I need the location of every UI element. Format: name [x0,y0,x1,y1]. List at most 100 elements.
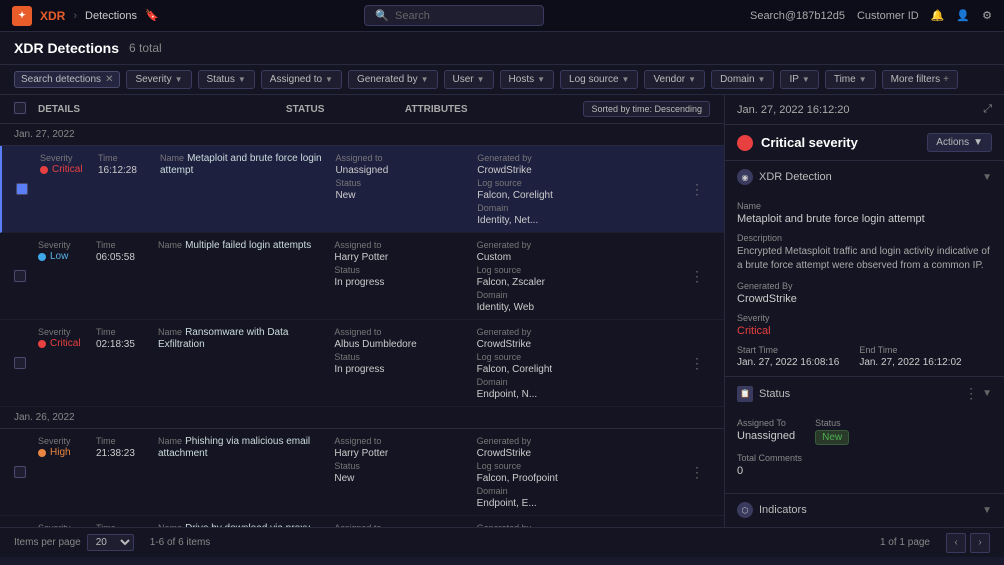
items-per-page: Items per page 20 50 100 [14,534,134,551]
filter-label: Search detections [21,74,101,85]
right-panel: Jan. 27, 2022 16:12:20 ⤢ Critical severi… [724,95,1004,527]
table-row[interactable]: Severity High Time 21:38:23 Name Phishin… [0,429,724,516]
chevron-down-icon: ▼ [175,75,183,84]
status-section-icon: 📋 [737,386,753,402]
brand-label: XDR [40,9,65,23]
plus-icon: + [943,74,949,85]
filter-status[interactable]: Status▼ [198,70,255,89]
status-badge: New [815,430,849,445]
severity-indicator [38,340,46,348]
xdr-section-header[interactable]: ◉ XDR Detection ▼ [725,161,1004,193]
row-checkbox[interactable] [14,270,26,282]
global-search-box[interactable]: 🔍 Search [364,5,544,26]
chevron-down-icon: ▼ [688,75,696,84]
select-all-checkbox[interactable] [14,102,26,114]
chevron-down-icon: ▼ [622,75,630,84]
table-row[interactable]: Severity Low Time 06:05:58 Name Multiple… [0,233,724,320]
chevron-icon: ▼ [982,505,992,516]
indicator-item[interactable]: Masquerading executable ▼ [725,526,1004,527]
chevron-down-icon: ▼ [859,75,867,84]
filter-search-detections[interactable]: Search detections ✕ [14,71,120,88]
filter-close-icon[interactable]: ✕ [105,74,113,85]
topnav-center: 🔍 Search [364,5,544,26]
user-icon[interactable]: 👤 [956,9,970,22]
xdr-section-body: Name Metaploit and brute force login att… [725,193,1004,376]
date-group-1: Jan. 27, 2022 [0,124,724,146]
topnav-right: Search@187b12d5 Customer ID 🔔 👤 ⚙ [750,9,992,22]
table-header: Details Status Attributes Sorted by time… [0,95,724,124]
filter-severity[interactable]: Severity▼ [126,70,191,89]
row-menu-icon[interactable]: ⋮ [690,152,710,226]
severity-circle [737,135,753,151]
status-section-header[interactable]: 📋 Status ⋮ ▼ [725,377,1004,410]
actions-button[interactable]: Actions ▼ [927,133,992,152]
prev-page-button[interactable]: ‹ [946,533,966,553]
main-content: Details Status Attributes Sorted by time… [0,95,1004,527]
xdr-detection-section: ◉ XDR Detection ▼ Name Metaploit and bru… [725,161,1004,377]
indicators-icon: ⬡ [737,502,753,518]
indicators-section: ⬡ Indicators ▼ Masquerading executable ▼… [725,494,1004,527]
filter-assigned-to[interactable]: Assigned to▼ [261,70,342,89]
pagination: ‹ › [946,533,990,553]
filter-user[interactable]: User▼ [444,70,494,89]
bookmark-icon[interactable]: 🔖 [145,9,159,22]
chevron-down-icon: ▼ [802,75,810,84]
filter-bar: Search detections ✕ Severity▼ Status▼ As… [0,65,1004,95]
topnav-left: ✦ XDR › Detections 🔖 [12,6,159,26]
row-menu-icon[interactable]: ⋮ [690,435,710,509]
table-row[interactable]: Severity High Time 20:27:10 Name Drive b… [0,516,724,527]
xdr-section-icon: ◉ [737,169,753,185]
row-menu-icon[interactable]: ⋮ [690,326,710,400]
row-menu-icon[interactable]: ⋮ [690,239,710,313]
page-info: 1 of 1 page [880,537,930,548]
bottom-bar: Items per page 20 50 100 1-6 of 6 items … [0,527,1004,557]
filter-log-source[interactable]: Log source▼ [560,70,638,89]
per-page-select[interactable]: 20 50 100 [87,534,134,551]
filter-domain[interactable]: Domain▼ [711,70,774,89]
page-count: 6 total [129,41,162,55]
chevron-down-icon: ▼ [238,75,246,84]
filter-generated-by[interactable]: Generated by▼ [348,70,438,89]
sort-button[interactable]: Sorted by time: Descending [583,101,710,117]
row-checkbox[interactable] [16,183,28,195]
filter-more[interactable]: More filters+ [882,70,958,89]
per-page-label: Items per page [14,537,81,548]
status-section-title: Status [759,388,964,400]
chevron-down-icon: ▼ [325,75,333,84]
table-row[interactable]: Severity Critical Time 02:18:35 Name Ran… [0,320,724,407]
app-logo: ✦ [12,6,32,26]
chevron-down-icon: ▼ [973,137,983,148]
row-checkbox[interactable] [14,357,26,369]
search-icon: 🔍 [375,9,389,22]
search-placeholder: Search [395,10,430,22]
chevron-icon: ▼ [982,172,992,183]
severity-left: Critical severity [737,135,858,151]
col-attributes: Attributes [405,104,584,115]
next-page-button[interactable]: › [970,533,990,553]
nav-detections[interactable]: Detections [85,10,137,22]
severity-indicator [38,449,46,457]
chevron-down-icon: ▼ [537,75,545,84]
table-row[interactable]: Severity Critical Time 16:12:28 Name Met… [0,146,724,233]
severity-banner: Critical severity Actions ▼ [725,125,1004,161]
row-checkbox[interactable] [14,466,26,478]
user-label: Search@187b12d5 [750,10,845,22]
settings-icon[interactable]: ⚙ [982,9,992,22]
page-title: XDR Detections [14,40,119,56]
panel-header: Jan. 27, 2022 16:12:20 ⤢ [725,95,1004,125]
filter-ip[interactable]: IP▼ [780,70,818,89]
filter-vendor[interactable]: Vendor▼ [644,70,705,89]
expand-icon[interactable]: ⤢ [983,103,992,116]
status-section: 📋 Status ⋮ ▼ Assigned to Unassigned Stat… [725,377,1004,494]
status-section-body: Assigned to Unassigned Status New Total … [725,410,1004,493]
severity-title: Critical severity [761,135,858,150]
row-menu-icon[interactable]: ⋮ [690,522,710,527]
status-menu-icon[interactable]: ⋮ [964,385,978,402]
customer-label: Customer ID [857,10,919,22]
indicators-section-header[interactable]: ⬡ Indicators ▼ [725,494,1004,526]
notifications-icon[interactable]: 🔔 [931,9,945,22]
filter-hosts[interactable]: Hosts▼ [500,70,554,89]
chevron-down-icon: ▼ [758,75,766,84]
filter-time[interactable]: Time▼ [825,70,876,89]
col-details: Details [38,104,286,115]
